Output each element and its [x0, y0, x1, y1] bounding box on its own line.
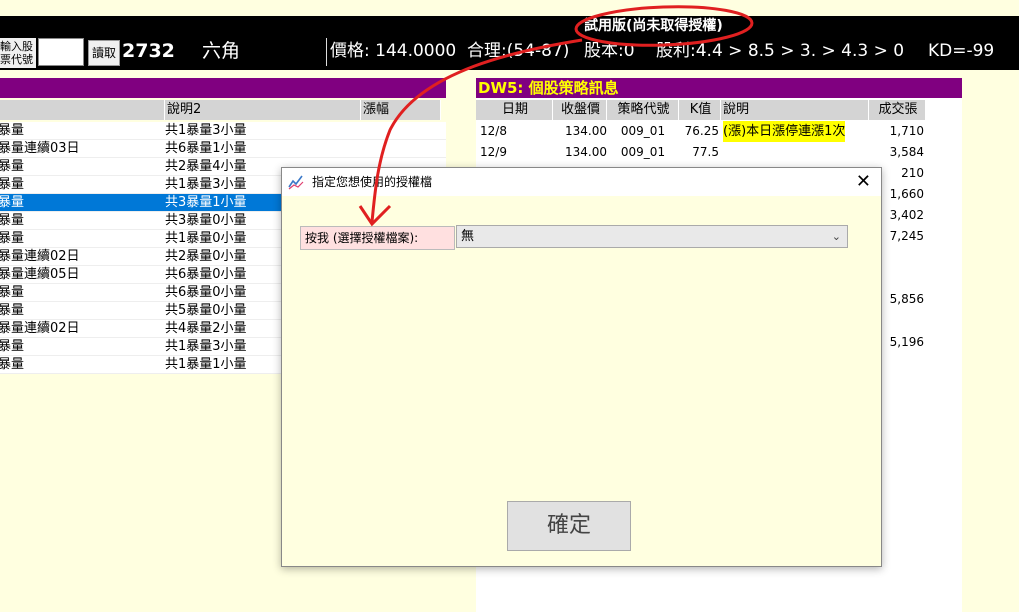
license-file-select-value: 無 [461, 229, 475, 244]
strategy-row[interactable]: 12/8 134.00 009_01 76.25 (漲)本日漲停連漲1次 1,710 [476, 121, 926, 142]
cell-k: 77.5 [692, 145, 719, 159]
row-desc1: 暴量 [0, 303, 25, 318]
row-desc2: 共1暴量0小量 [165, 231, 247, 246]
cell-close: 134.00 [565, 124, 607, 138]
stock-code-label-line2: 票代號 [0, 53, 33, 66]
strategy-row[interactable]: 12/9 134.00 009_01 77.5 3,584 [476, 142, 926, 163]
right-col-volume[interactable]: 成交張 [869, 100, 926, 120]
dialog-titlebar[interactable]: 指定您想使用的授權檔 ✕ [282, 168, 881, 196]
dialog-title: 指定您想使用的授權檔 [312, 175, 433, 189]
info-separator [326, 38, 327, 66]
row-desc1: 暴量 [0, 231, 25, 246]
right-col-strategy[interactable]: 策略代號 [607, 100, 679, 120]
row-desc1: 暴量連續02日 [0, 249, 80, 264]
row-desc2: 共1暴量1小量 [165, 357, 247, 372]
cell-close: 134.00 [565, 145, 607, 159]
cell-vol: 3,584 [889, 145, 924, 159]
chevron-down-icon: ⌄ [831, 230, 841, 243]
kd-text: KD=-99 [928, 41, 995, 61]
chart-app-icon [288, 175, 304, 190]
choose-license-file-button[interactable]: 按我 (選擇授權檔案): [300, 226, 455, 250]
read-button[interactable]: 讀取 [88, 40, 120, 66]
table-row[interactable]: 暴量連續03日 共6暴量1小量 [0, 140, 446, 158]
left-column-header-change[interactable]: 漲幅 [361, 100, 441, 120]
right-panel-title: DW5: 個股策略訊息 [476, 78, 962, 98]
row-desc2: 共1暴量3小量 [165, 123, 247, 138]
right-col-k[interactable]: K值 [679, 100, 721, 120]
cell-date: 12/8 [480, 124, 507, 138]
row-desc1: 暴量連續02日 [0, 321, 80, 336]
stock-code-label: 輸入股 票代號 [0, 38, 36, 68]
row-desc1: 暴量連續03日 [0, 141, 80, 156]
left-panel-header [0, 78, 446, 98]
trial-bar [0, 16, 1019, 36]
table-row[interactable]: 暴量 共1暴量3小量 [0, 122, 446, 140]
close-icon[interactable]: ✕ [856, 170, 871, 194]
stock-name: 六角 [202, 40, 241, 62]
row-desc1: 暴量 [0, 195, 25, 210]
row-desc2: 共3暴量1小量 [165, 195, 247, 210]
top-strip [0, 0, 1019, 16]
cell-code: 009_01 [620, 124, 666, 138]
row-desc2: 共6暴量1小量 [165, 141, 247, 156]
capital-text: 股本:0 [584, 41, 635, 61]
dividend-text: 股利:4.4 > 8.5 > 3. > 4.3 > 0 [656, 41, 905, 61]
right-col-desc[interactable]: 說明 [721, 100, 869, 120]
left-column-header-blank [0, 100, 165, 120]
cell-date: 12/9 [480, 145, 507, 159]
row-desc1: 暴量 [0, 285, 25, 300]
row-desc2: 共2暴量0小量 [165, 249, 247, 264]
row-desc2: 共1暴量3小量 [165, 177, 247, 192]
row-desc1: 暴量 [0, 123, 25, 138]
stock-code-input[interactable] [38, 38, 84, 66]
right-col-date[interactable]: 日期 [476, 100, 553, 120]
row-desc1: 暴量 [0, 177, 25, 192]
row-desc1: 暴量連續05日 [0, 267, 80, 282]
license-file-select[interactable]: 無 ⌄ [456, 225, 848, 248]
fair-value-text: 合理:(54-87) [467, 41, 570, 61]
stock-code: 2732 [122, 40, 175, 62]
row-desc2: 共6暴量0小量 [165, 285, 247, 300]
license-dialog: 指定您想使用的授權檔 ✕ 按我 (選擇授權檔案): 無 ⌄ 確定 [281, 167, 882, 567]
row-desc2: 共4暴量2小量 [165, 321, 247, 336]
trial-banner: 試用版(尚未取得授權) [584, 18, 723, 34]
cell-k: 76.25 [684, 124, 719, 138]
row-desc1: 暴量 [0, 159, 25, 174]
row-desc2: 共1暴量3小量 [165, 339, 247, 354]
left-column-header-desc2[interactable]: 說明2 [165, 100, 361, 120]
cell-vol: 1,710 [889, 124, 924, 138]
stock-code-label-line1: 輸入股 [0, 40, 33, 53]
cell-code: 009_01 [620, 145, 666, 159]
confirm-button[interactable]: 確定 [507, 501, 631, 551]
row-desc2: 共3暴量0小量 [165, 213, 247, 228]
row-desc2: 共5暴量0小量 [165, 303, 247, 318]
row-desc1: 暴量 [0, 213, 25, 228]
row-desc1: 暴量 [0, 357, 25, 372]
right-col-close[interactable]: 收盤價 [553, 100, 607, 120]
price-text: 價格: 144.0000 [330, 41, 457, 61]
cell-desc: (漲)本日漲停連漲1次 [723, 121, 846, 142]
row-desc1: 暴量 [0, 339, 25, 354]
row-desc2: 共2暴量4小量 [165, 159, 247, 174]
row-desc2: 共6暴量0小量 [165, 267, 247, 282]
